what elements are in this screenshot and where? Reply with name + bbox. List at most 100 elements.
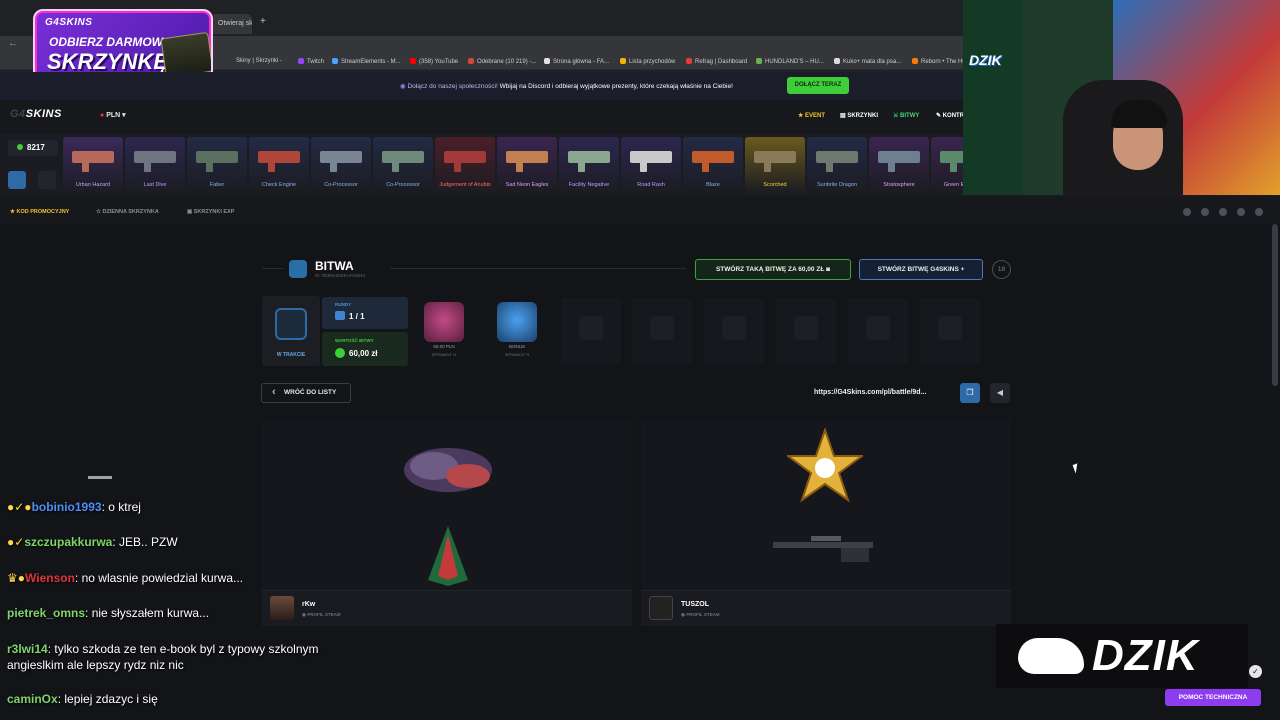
drop-item[interactable]: Facility Negative: [559, 137, 619, 193]
dzik-wordmark: DZIK: [1092, 631, 1199, 680]
drop-name: Road Rash: [637, 182, 665, 188]
promo-code-link[interactable]: ★ KOD PROMOCYJNY: [10, 209, 69, 215]
drop-item[interactable]: Judgement of Anubis: [435, 137, 495, 193]
drop-name: Stratosphere: [883, 182, 915, 188]
promo-line1: ODBIERZ DARMOWĄ: [49, 35, 172, 49]
bookmark-item[interactable]: Twitch: [298, 58, 324, 65]
battle-case[interactable]: BONUS SPRAWDŹ %: [487, 298, 547, 364]
bookmark-item[interactable]: (358) YouTube: [410, 58, 458, 65]
online-dot-icon: [17, 144, 23, 150]
drop-item[interactable]: Check Engine: [249, 137, 309, 193]
case-slot-empty: [776, 298, 836, 364]
scrollbar[interactable]: [1272, 224, 1278, 386]
dzik-logo: DZIK: [996, 624, 1248, 688]
case-slot-empty: [848, 298, 908, 364]
back-to-list-button[interactable]: WRÓĆ DO LISTY: [261, 383, 351, 403]
grid-view-icon[interactable]: [8, 171, 26, 189]
instagram-icon[interactable]: [1201, 208, 1209, 216]
bookmark-item[interactable]: Odebrane (10 219) -...: [468, 58, 536, 65]
drop-name: Sunbrite Dragon: [816, 182, 858, 188]
drop-item[interactable]: Urban Hazard: [63, 137, 123, 193]
drop-item[interactable]: Faber: [187, 137, 247, 193]
rifle-item-icon: [773, 536, 873, 562]
currency-select[interactable]: ● PLN ▾: [100, 111, 126, 119]
coin-icon: [335, 348, 345, 358]
nav-cases[interactable]: ▤ SKRZYNKI: [840, 112, 878, 119]
gmail-icon: [468, 58, 474, 64]
nav-event[interactable]: ★ EVENT: [798, 112, 825, 119]
drop-name: Scorched: [763, 182, 787, 188]
join-discord-button[interactable]: DOŁĄCZ TERAZ: [787, 77, 849, 94]
facebook-icon[interactable]: [1183, 208, 1191, 216]
webcam-overlay: DZIK: [963, 0, 1280, 195]
bookmark-item[interactable]: Kuko+ mata dla psa...: [834, 58, 901, 65]
weapon-icon: [754, 151, 796, 172]
drop-item[interactable]: Road Rash: [621, 137, 681, 193]
drop-item[interactable]: Sad Neon Eagles: [497, 137, 557, 193]
chat-message: ●✓●bobinio1993: o ktrej: [7, 500, 141, 514]
sound-icon[interactable]: ◀: [990, 383, 1010, 403]
drop-item[interactable]: Stratosphere: [869, 137, 929, 193]
player-panel: TUSZOL ◉ PROFIL STEAM: [641, 420, 1011, 626]
case-check-odds[interactable]: SPRAWDŹ %: [414, 352, 474, 357]
weapon-icon: [382, 151, 424, 172]
chat-message: ♛●Wienson: no wlasnie powiedzial kurwa..…: [7, 571, 244, 585]
page-icon: [544, 58, 550, 64]
case-image: [424, 302, 464, 342]
logo-part-b: SKINS: [25, 108, 62, 120]
drop-name: Faber: [209, 182, 225, 188]
bookmark-item[interactable]: Refrag | Dashboard: [686, 58, 747, 65]
create-same-battle-button[interactable]: STWÓRZ TAKĄ BITWĘ ZA 60,00 ZŁ ◙: [695, 259, 851, 280]
battle-case[interactable]: 60.00 PLN SPRAWDŹ %: [414, 298, 474, 364]
nav-contracts[interactable]: ✎ KONTR: [936, 112, 964, 119]
refrag-icon: [686, 58, 692, 64]
case-slot-empty: [704, 298, 764, 364]
drop-item[interactable]: Last Dive: [125, 137, 185, 193]
steam-profile-link[interactable]: ◉ PROFIL STEAM: [681, 612, 720, 618]
bookmark-item[interactable]: Lista przychodów: [620, 58, 675, 65]
case-slot-empty: [632, 298, 692, 364]
rounds-label: RUNDY: [335, 302, 352, 307]
page-title: BITWA: [315, 259, 354, 273]
chat-message: r3lwi14: tylko szkoda ze ten e-book byl …: [7, 642, 319, 656]
browser-tab[interactable]: Otwieraj skrz: [210, 14, 252, 34]
crown-view-icon[interactable]: [38, 171, 56, 189]
chat-message: caminOx: lepiej zdazyc i się: [7, 692, 158, 706]
hundland-icon: [756, 58, 762, 64]
copy-icon[interactable]: ❐: [960, 383, 980, 403]
telegram-icon[interactable]: [1255, 208, 1263, 216]
daily-case-link[interactable]: ☆ DZIENNA SKRZYNKA: [96, 209, 159, 215]
discord-icon[interactable]: [1237, 208, 1245, 216]
weapon-icon: [630, 151, 672, 172]
battle-status: W TRAKCIE: [262, 296, 320, 366]
drop-item[interactable]: Sunbrite Dragon: [807, 137, 867, 193]
battle-link[interactable]: https://G4Skins.com/pl/battle/9d...: [808, 383, 958, 403]
status-label: W TRAKCIE: [276, 352, 306, 358]
steam-profile-link[interactable]: ◉ PROFIL STEAM: [302, 612, 341, 618]
back-arrow-icon[interactable]: ←: [8, 38, 18, 49]
nav-battles[interactable]: ⚔ BITWY: [893, 112, 919, 119]
create-g4-battle-button[interactable]: STWÓRZ BITWĘ G4SKINS +: [859, 259, 983, 280]
logo-part-a: G4: [10, 108, 26, 120]
drop-item[interactable]: Blaze: [683, 137, 743, 193]
drop-item[interactable]: Co-Processor: [311, 137, 371, 193]
bookmark-item[interactable]: Reborn • The Hu...: [912, 58, 971, 65]
bookmark-item[interactable]: Strona główna - FA...: [544, 58, 609, 65]
drop-item[interactable]: Scorched: [745, 137, 805, 193]
player-name[interactable]: TUSZOL: [681, 601, 709, 608]
exp-cases-link[interactable]: ▣ SKRZYNKI EXP: [187, 209, 234, 215]
case-image: [497, 302, 537, 342]
case-check-odds[interactable]: SPRAWDŹ %: [487, 352, 547, 357]
player-name[interactable]: rKw: [302, 601, 315, 608]
drop-item[interactable]: Co-Processor: [373, 137, 433, 193]
youtube-icon: [410, 58, 416, 64]
divider: [262, 268, 284, 269]
bookmark-item[interactable]: HUNDLAND'S – HU...: [756, 58, 824, 65]
bookmark-item[interactable]: Skiny | Skrzynki -: [236, 58, 282, 64]
support-button[interactable]: POMOC TECHNICZNA: [1165, 689, 1261, 706]
bookmark-item[interactable]: StreamElements - M...: [332, 58, 401, 65]
new-tab-icon[interactable]: +: [260, 16, 266, 27]
drop-name: Co-Processor: [386, 182, 420, 188]
site-logo[interactable]: G4SKINS: [10, 108, 62, 120]
x-icon[interactable]: [1219, 208, 1227, 216]
